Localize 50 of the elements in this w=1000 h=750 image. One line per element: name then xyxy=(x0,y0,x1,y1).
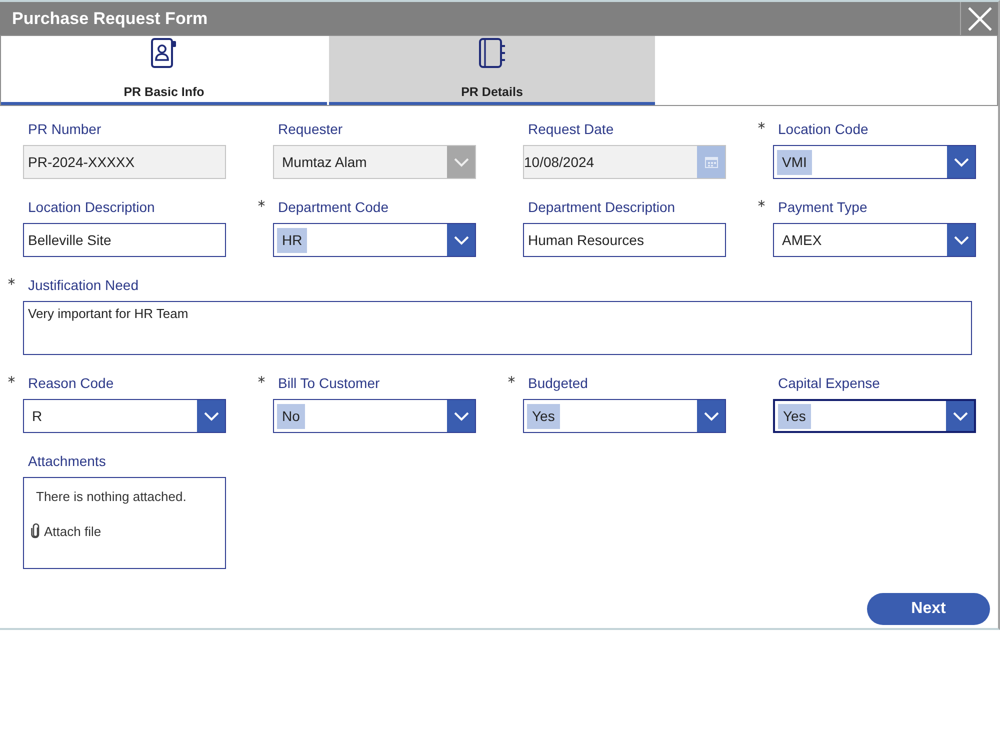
date-value: 10/08/2024 xyxy=(524,152,594,172)
contact-book-icon xyxy=(151,38,177,68)
field-label: Reason Code xyxy=(28,375,114,391)
field-label: Bill To Customer xyxy=(278,375,380,391)
field-label: Budgeted xyxy=(528,375,588,391)
dropdown-field[interactable]: R xyxy=(23,399,226,433)
paperclip-icon[interactable] xyxy=(31,523,40,539)
field-label: Payment Type xyxy=(778,199,868,215)
field-label: Attachments xyxy=(28,453,106,469)
field-label: Location Code xyxy=(778,121,868,137)
selected-value: Mumtaz Alam xyxy=(281,152,368,172)
combo-box[interactable]: HR xyxy=(273,223,476,257)
selected-item-chip: VMI xyxy=(777,150,812,174)
dropdown-toggle-button[interactable] xyxy=(947,146,975,178)
field-label: Request Date xyxy=(528,121,614,137)
combo-box[interactable]: VMI xyxy=(773,145,976,179)
text-field[interactable]: Human Resources xyxy=(523,223,726,257)
dropdown-toggle-button[interactable] xyxy=(447,400,475,432)
combo-box[interactable]: Yes xyxy=(523,399,726,433)
field-label: Justification Need xyxy=(28,277,139,293)
dropdown-toggle-button[interactable] xyxy=(946,401,974,431)
selected-value: R xyxy=(31,406,44,426)
selected-item-chip: HR xyxy=(277,228,308,252)
field-label: Capital Expense xyxy=(778,375,880,391)
text-field[interactable]: Belleville Site xyxy=(23,223,226,257)
selected-item-chip: Yes xyxy=(527,404,560,428)
dropdown-toggle-button[interactable] xyxy=(947,224,975,256)
empty-message: There is nothing attached. xyxy=(36,489,186,504)
selected-value: AMEX xyxy=(781,230,823,250)
dropdown-toggle-button[interactable] xyxy=(697,400,725,432)
field-label: Location Description xyxy=(28,199,155,215)
attach-file-link[interactable]: Attach file xyxy=(31,523,102,539)
text-area[interactable]: Very important for HR Team xyxy=(23,301,972,355)
tab[interactable]: PR Details xyxy=(329,36,655,105)
combo-box[interactable]: No xyxy=(273,399,476,433)
field-label: Department Description xyxy=(528,199,676,215)
selected-item-chip: Yes xyxy=(778,404,811,428)
field-label: Department Code xyxy=(278,199,389,215)
combo-box[interactable]: Yes xyxy=(773,399,976,433)
field-label: Requester xyxy=(278,121,343,137)
dropdown-toggle-button[interactable] xyxy=(197,400,225,432)
dropdown-field[interactable]: AMEX xyxy=(773,223,976,257)
next-button[interactable]: Next xyxy=(867,593,990,625)
close-icon[interactable] xyxy=(968,6,992,30)
selected-item-chip: No xyxy=(277,404,305,428)
window-title: Purchase Request Form xyxy=(12,8,208,28)
notebook-icon xyxy=(478,38,506,68)
tab[interactable]: PR Basic Info xyxy=(1,36,327,105)
dropdown-toggle-button[interactable] xyxy=(447,224,475,256)
field-label: PR Number xyxy=(28,121,102,137)
